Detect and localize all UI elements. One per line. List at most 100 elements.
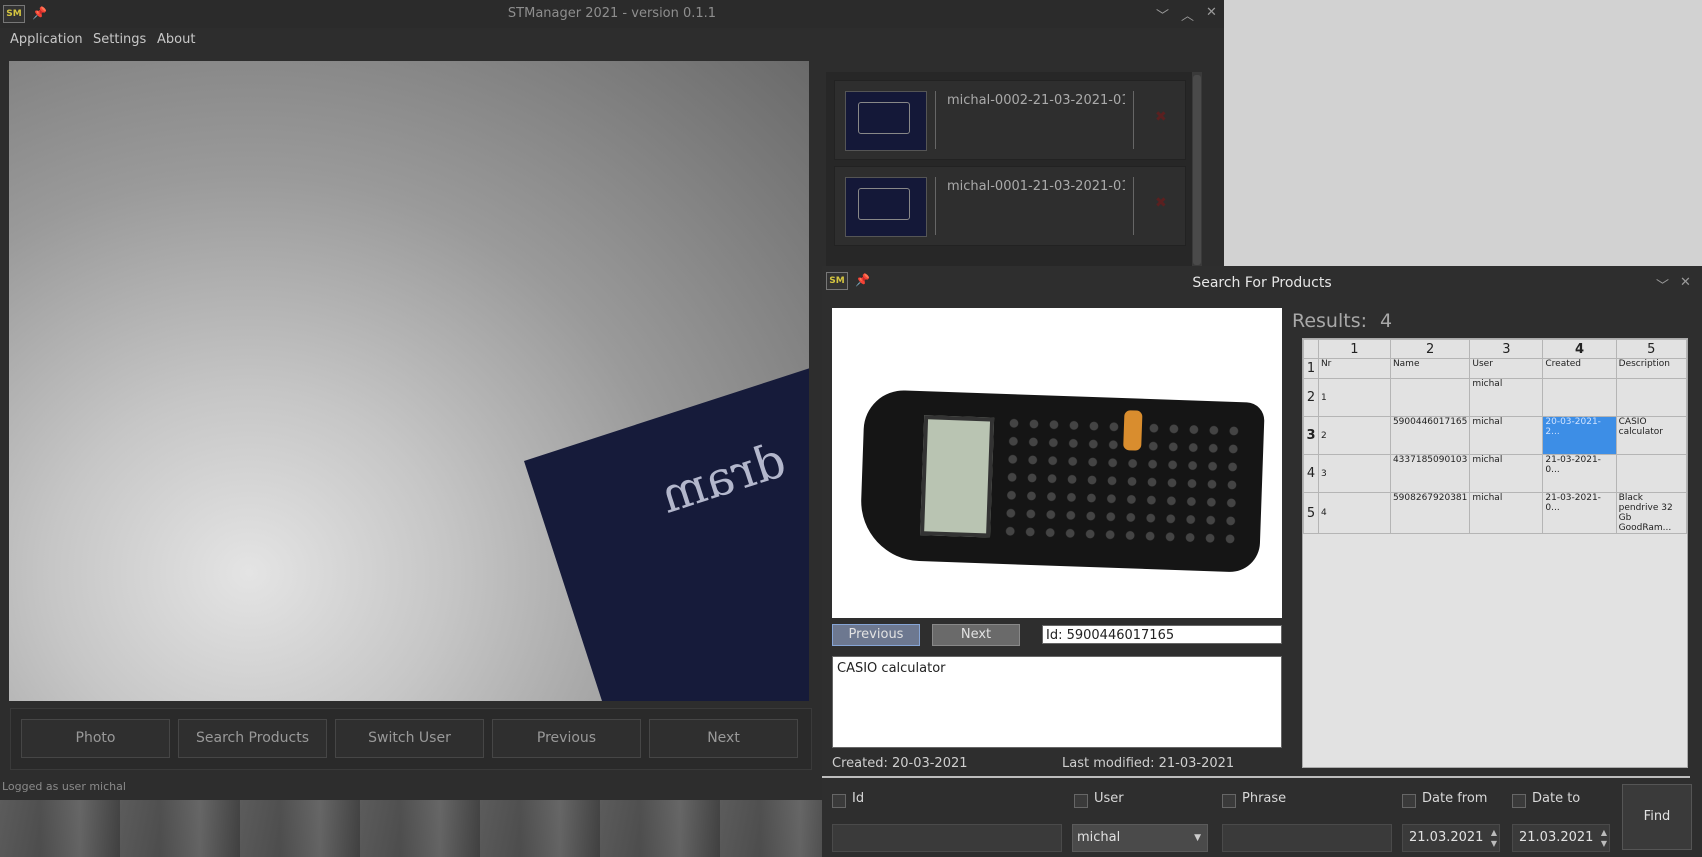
table-cell[interactable]: 5900446017165 xyxy=(1389,416,1471,455)
delete-icon[interactable]: ✖ xyxy=(1155,195,1167,211)
dialog-title: Search For Products xyxy=(1192,275,1332,291)
table-cell[interactable]: Nr xyxy=(1317,358,1391,379)
menu-about[interactable]: About xyxy=(157,32,195,47)
id-field[interactable]: Id: 5900446017165 xyxy=(1042,625,1282,644)
table-row[interactable]: 3 2 5900446017165 michal 20-03-2021-2...… xyxy=(1303,416,1688,455)
table-cell[interactable]: Black pendrive 32 Gb GoodRam... xyxy=(1615,492,1688,534)
id-checkbox[interactable] xyxy=(832,794,846,808)
table-cell[interactable]: michal xyxy=(1469,378,1544,417)
minimize-icon[interactable]: ﹀ xyxy=(1156,5,1169,24)
table-cell[interactable] xyxy=(1542,378,1617,417)
table-cell[interactable]: michal xyxy=(1469,416,1544,455)
table-cell-selected[interactable]: 20-03-2021-2... xyxy=(1542,416,1617,455)
date-to-input[interactable]: 21.03.2021 ▲ ▼ xyxy=(1512,824,1610,852)
camera-box-object: dram xyxy=(524,300,809,701)
table-row[interactable]: 1 Nr Name User Created Description xyxy=(1303,358,1688,379)
row-header[interactable]: 1 xyxy=(1303,358,1319,379)
row-header[interactable]: 2 xyxy=(1303,378,1319,417)
column-header[interactable]: 4 xyxy=(1542,339,1617,359)
list-item[interactable]: michal-0002-21-03-2021-01_4 ✖ xyxy=(834,80,1186,160)
divider xyxy=(1133,177,1134,235)
date-from-input[interactable]: 21.03.2021 ▲ ▼ xyxy=(1402,824,1500,852)
thumbnail-pendrive xyxy=(858,188,910,220)
table-cell[interactable] xyxy=(1615,378,1688,417)
dialog-body: Previous Next Id: 5900446017165 CASIO ca… xyxy=(822,302,1702,857)
results-label: Results: xyxy=(1292,310,1368,332)
table-cell[interactable]: michal xyxy=(1469,492,1544,534)
description-textarea[interactable]: CASIO calculator xyxy=(832,656,1282,748)
results-count: 4 xyxy=(1380,310,1393,332)
table-cell[interactable]: Description xyxy=(1615,358,1688,379)
date-to-checkbox[interactable] xyxy=(1512,794,1526,808)
calculator-photo xyxy=(859,389,1265,573)
spin-arrows-icon[interactable]: ▲ ▼ xyxy=(1601,827,1607,849)
next-button[interactable]: Next xyxy=(649,719,798,758)
table-cell[interactable]: 2 xyxy=(1317,416,1391,455)
close-icon[interactable]: ✕ xyxy=(1680,275,1691,290)
find-button[interactable]: Find xyxy=(1622,784,1692,850)
user-checkbox[interactable] xyxy=(1074,794,1088,808)
delete-icon[interactable]: ✖ xyxy=(1155,109,1167,125)
spin-arrows-icon[interactable]: ▲ ▼ xyxy=(1491,827,1497,849)
id-input[interactable] xyxy=(832,824,1062,852)
table-cell[interactable]: User xyxy=(1469,358,1544,379)
window-title: STManager 2021 - version 0.1.1 xyxy=(507,6,717,21)
table-row[interactable]: 5 4 5908267920381 michal 21-03-2021-0...… xyxy=(1303,492,1688,534)
previous-button[interactable]: Previous xyxy=(832,624,920,646)
column-header[interactable]: 5 xyxy=(1615,339,1688,359)
maximize-icon[interactable]: ︿ xyxy=(1181,5,1194,24)
close-icon[interactable]: ✕ xyxy=(1206,5,1217,20)
divider xyxy=(935,177,936,235)
date-to-label: Date to xyxy=(1532,791,1581,806)
phrase-input[interactable] xyxy=(1222,824,1392,852)
search-products-button[interactable]: Search Products xyxy=(178,719,327,758)
product-thumbnail xyxy=(845,177,927,237)
column-header[interactable]: 1 xyxy=(1317,339,1391,359)
table-cell[interactable] xyxy=(1389,378,1471,417)
table-cell[interactable]: 4337185090103 xyxy=(1389,454,1471,493)
table-cell[interactable]: 1 xyxy=(1317,378,1391,417)
row-header[interactable]: 5 xyxy=(1303,492,1319,534)
scrollbar-thumb[interactable] xyxy=(1193,75,1201,265)
calculator-screen xyxy=(920,415,995,538)
list-item[interactable]: michal-0001-21-03-2021-01_4 ✖ xyxy=(834,166,1186,246)
date-from-value: 21.03.2021 xyxy=(1409,830,1484,845)
camera-box-text: dram xyxy=(653,431,793,525)
switch-user-button[interactable]: Switch User xyxy=(335,719,484,758)
table-row[interactable]: 4 3 4337185090103 michal 21-03-2021-0... xyxy=(1303,454,1688,493)
calculator-orange-keys xyxy=(1123,410,1143,451)
camera-preview: dram xyxy=(9,61,809,701)
column-header[interactable]: 3 xyxy=(1469,339,1544,359)
chevron-down-icon: ▼ xyxy=(1194,833,1201,843)
table-cell[interactable]: 21-03-2021-0... xyxy=(1542,454,1617,493)
table-row[interactable]: 2 1 michal xyxy=(1303,378,1688,417)
phrase-checkbox[interactable] xyxy=(1222,794,1236,808)
next-button[interactable]: Next xyxy=(932,624,1020,646)
date-from-checkbox[interactable] xyxy=(1402,794,1416,808)
table-cell[interactable]: 3 xyxy=(1317,454,1391,493)
table-cell[interactable]: 5908267920381 xyxy=(1389,492,1471,534)
table-cell[interactable]: michal xyxy=(1469,454,1544,493)
table-cell[interactable] xyxy=(1615,454,1688,493)
table-cell[interactable]: 21-03-2021-0... xyxy=(1542,492,1617,534)
table-cell[interactable]: 4 xyxy=(1317,492,1391,534)
divider xyxy=(1133,91,1134,149)
column-header[interactable]: 2 xyxy=(1389,339,1471,359)
user-select[interactable]: michal ▼ xyxy=(1072,824,1208,852)
results-table[interactable]: 1 2 3 4 5 1 Nr Name User Created Descrip… xyxy=(1302,338,1688,768)
photo-button[interactable]: Photo xyxy=(21,719,170,758)
menu-settings[interactable]: Settings xyxy=(93,32,146,47)
menu-application[interactable]: Application xyxy=(10,32,83,47)
user-label: User xyxy=(1094,791,1124,806)
table-cell[interactable]: CASIO calculator xyxy=(1615,416,1688,455)
menubar: Application Settings About xyxy=(0,28,1224,52)
row-header[interactable]: 3 xyxy=(1303,416,1319,455)
table-cell[interactable]: Created xyxy=(1542,358,1617,379)
table-cell[interactable]: Name xyxy=(1389,358,1471,379)
search-dialog: SM 📌 Search For Products ﹀ ✕ Previous Ne… xyxy=(822,266,1702,857)
product-name: michal-0001-21-03-2021-01_4 xyxy=(947,179,1125,194)
minimize-icon[interactable]: ﹀ xyxy=(1656,275,1669,294)
previous-button[interactable]: Previous xyxy=(492,719,641,758)
created-text: Created: 20-03-2021 xyxy=(832,756,968,771)
row-header[interactable]: 4 xyxy=(1303,454,1319,493)
